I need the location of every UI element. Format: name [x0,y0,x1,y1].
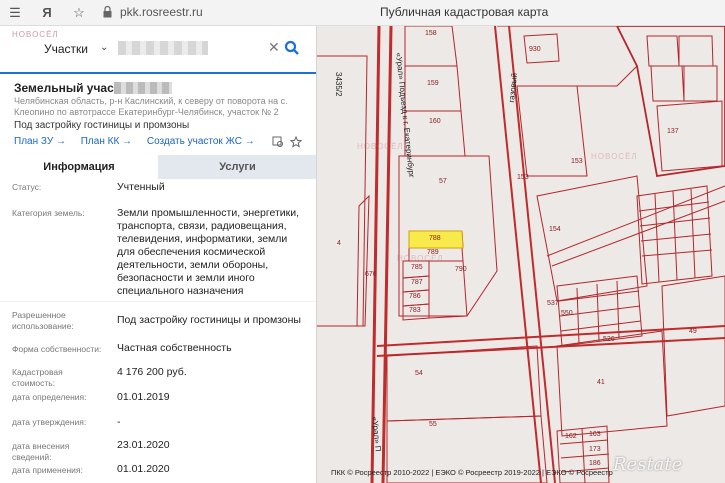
parcel-label: 550 [561,310,573,317]
parcel-label: 160 [429,118,441,125]
application-date-value: 01.01.2020 [117,463,170,475]
map-copyright: ПКК © Росреестр 2010-2022 | ЕЭКО © Росре… [331,468,613,477]
parcel-label: 162 [565,433,577,440]
application-date-label: дата применения: [12,465,83,475]
blurred-number [114,82,172,94]
parcel-label: 783 [409,307,421,314]
parcel-label: 785 [411,264,423,271]
tab-services[interactable]: Услуги [158,155,316,179]
cadastral-cost-label: Кадастровая стоимость: [12,367,63,388]
lock-icon [103,6,112,18]
parcel-label: 526 [603,336,615,343]
parcel-label: 159 [427,80,439,87]
parcel-label: 930 [529,46,541,53]
parcel-label: 158 [425,30,437,37]
bookmark-icon[interactable]: ☆ [70,4,88,22]
parcel-label: 186 [589,460,601,467]
chevron-down-icon[interactable]: ⌄ [100,42,108,53]
parcel-label: 153 [517,174,529,181]
search-icon[interactable] [284,40,300,56]
status-label: Статус: [12,182,42,192]
ownership-label: Форма собственности: [12,344,102,354]
permitted-use-label: Разрешенное использование: [12,310,74,331]
object-usage: Под застройку гостиницы и промзоны [14,120,190,131]
parcel-label: 57 [439,178,447,185]
map-canvas[interactable] [317,26,725,483]
object-address: Челябинская область, р-н Каслинский, к с… [14,96,288,117]
approval-date-value: - [117,416,121,428]
parcel-label: 137 [667,128,679,135]
determination-date-label: дата определения: [12,392,87,402]
entry-date-label: дата внесения сведений: [12,441,70,462]
parcel-label: 537 [547,300,559,307]
url-text[interactable]: pkk.rosreestr.ru [120,5,203,19]
divider [0,301,316,302]
parcel-label: 153 [571,158,583,165]
yandex-icon[interactable]: Я [38,4,56,22]
parcel-label: 163 [589,431,601,438]
page-title: Публичная кадастровая карта [380,5,549,19]
parcel-label: 787 [411,279,423,286]
category-select[interactable]: Участки [44,42,88,56]
tab-information[interactable]: Информация [0,155,158,179]
parcel-label: 173 [589,446,601,453]
ownership-value: Частная собственность [117,342,232,354]
status-value: Учтенный [117,181,165,193]
search-bar: НОВОСЁЛ Участки ⌄ ✕ [0,26,316,74]
determination-date-value: 01.01.2019 [117,391,170,403]
parcel-label: 4 [337,240,341,247]
watermark-text: НОВОСЁЛ [591,152,638,161]
parcel-label: 154 [549,226,561,233]
cadastral-map[interactable]: 158 159 160 57 153 153 154 4 676 788 789… [317,26,725,483]
watermark-text: НОВОСЁЛ [397,254,444,263]
info-panel: НОВОСЁЛ Участки ⌄ ✕ Земельный участок Че… [0,26,317,483]
parcel-label: 3435/2 [334,72,343,97]
tabs: Информация Услуги [0,155,316,179]
approval-date-label: дата утверждения: [12,417,87,427]
land-category-label: Категория земель: [12,208,85,218]
search-input[interactable] [118,41,208,55]
parcel-label: 788 [429,235,441,242]
menu-icon[interactable]: ☰ [6,4,24,22]
browser-toolbar: ☰ Я ☆ pkk.rosreestr.ru Публичная кадастр… [0,0,725,26]
cadastral-cost-value: 4 176 200 руб. [117,366,187,378]
link-plan-kk[interactable]: План КК → [81,136,132,147]
parcel-label: 790 [455,266,467,273]
entry-date-value: 23.01.2020 [117,439,170,451]
object-links: План ЗУ → План КК → Создать участок ЖС → [14,136,267,147]
close-icon[interactable]: ✕ [268,39,280,56]
parcel-label: 786 [409,293,421,300]
parcel-label: 676 [365,271,377,278]
watermark-text: НОВОСЁЛ [357,142,404,151]
parcel-label: 54 [415,370,423,377]
watermark-logo: НОВОСЁЛ [12,30,59,39]
locate-icon[interactable] [272,136,284,148]
permitted-use-value: Под застройку гостиницы и промзоны [117,314,301,326]
land-category-value: Земли промышленности, энергетики, трансп… [117,207,300,297]
parcel-label: 49 [689,328,697,335]
link-create-js[interactable]: Создать участок ЖС → [147,136,255,147]
link-plan-zu[interactable]: План ЗУ → [14,136,66,147]
parcel-label: 55 [429,421,437,428]
parcel-label: 41 [597,379,605,386]
star-icon[interactable] [290,136,302,148]
restate-logo: Restate [613,454,683,475]
